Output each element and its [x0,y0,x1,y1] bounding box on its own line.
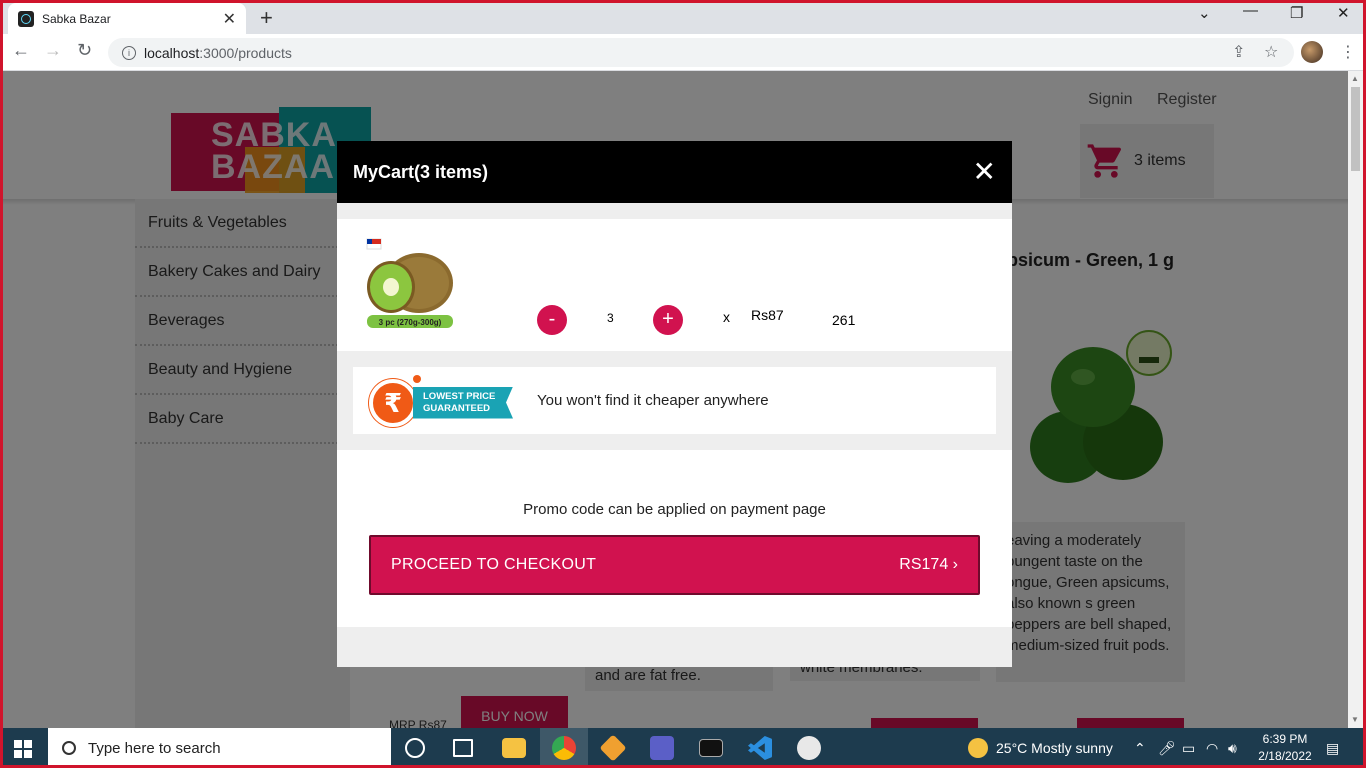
restore-icon[interactable]: ❐ [1290,4,1303,22]
browser-menu-icon[interactable]: ⋮ [1340,42,1356,62]
react-favicon-icon [18,10,34,27]
increment-quantity-button[interactable]: + [653,305,683,335]
tab-search-chevron-icon[interactable]: ⌄ [1198,4,1211,22]
back-arrow-icon[interactable]: ← [12,40,30,61]
site-info-icon[interactable]: i [122,45,136,60]
reload-icon[interactable]: ↻ [77,40,92,61]
svg-text:3 pc (270g-300g): 3 pc (270g-300g) [379,318,442,327]
search-placeholder: Type here to search [88,739,221,757]
cortana-icon[interactable] [405,738,425,758]
windows-start-icon[interactable] [14,740,32,758]
bookmark-star-icon[interactable]: ☆ [1264,42,1278,62]
close-icon[interactable]: ✕ [973,158,996,186]
url-input[interactable]: i localhost:3000/products [108,38,1294,67]
task-view-icon[interactable] [453,739,473,757]
banner-text: You won't find it cheaper anywhere [537,392,769,409]
promo-code-note: Promo code can be applied on payment pag… [523,501,826,518]
microphone-icon[interactable]: 🎤︎ [1158,728,1176,768]
minimize-icon[interactable]: — [1243,2,1258,19]
windows-taskbar: Type here to search 25°C Mostly sunny ⌃ … [0,728,1366,768]
volume-icon[interactable]: 🔊︎ [1228,728,1237,768]
decrement-quantity-button[interactable]: - [537,305,567,335]
browser-tab[interactable]: Sabka Bazar ✕ [8,3,246,34]
tab-title: Sabka Bazar [42,11,111,26]
cart-modal-title: MyCart(3 items) [353,161,489,182]
browser-tab-bar: Sabka Bazar ✕ + ⌄ — ❐ ✕ [0,0,1366,34]
quantity-value: 3 [607,311,614,325]
vscode-icon[interactable] [748,736,772,760]
unit-price: Rs87 [751,307,784,323]
weather-widget[interactable]: 25°C Mostly sunny [968,728,1113,768]
address-bar-row: ← → ↻ i localhost:3000/products ⇪ ☆ ⋮ [0,34,1366,71]
search-icon [62,741,76,755]
weather-text: 25°C Mostly sunny [996,740,1113,756]
snipping-tool-icon[interactable] [797,736,821,760]
weather-sun-icon [968,738,988,758]
tab-close-icon[interactable]: ✕ [223,9,236,29]
forward-arrow-icon[interactable]: → [44,40,62,61]
page-scrollbar[interactable]: ▲ ▼ [1348,71,1363,728]
item-subtotal: 261 [832,312,856,328]
window-close-icon[interactable]: ✕ [1337,4,1350,22]
kiwi-product-image: 3 pc (270g-300g) [366,238,453,328]
url-path: :3000/products [199,44,292,61]
cart-modal: MyCart(3 items) ✕ 3 pc (270g-300g) - 3 +… [337,141,1012,667]
taskbar-clock[interactable]: 6:39 PM 2/18/2022 [1254,731,1316,765]
notifications-icon[interactable]: ▤ [1326,728,1339,768]
terminal-icon[interactable] [699,739,723,757]
url-host: localhost [144,44,200,61]
cart-modal-header: MyCart(3 items) ✕ [337,141,1012,203]
profile-avatar[interactable] [1301,41,1323,63]
file-explorer-icon[interactable] [502,738,526,758]
git-kraken-icon[interactable] [599,734,627,762]
battery-icon[interactable]: ▭ [1182,728,1195,768]
proceed-to-checkout-button[interactable]: PROCEED TO CHECKOUT RS174 › [369,535,980,595]
checkout-section: Promo code can be applied on payment pag… [337,450,1012,627]
teams-icon[interactable] [650,736,674,760]
tray-chevron-icon[interactable]: ⌃ [1134,728,1146,768]
wifi-icon[interactable]: ◠ [1206,728,1218,768]
checkout-label: PROCEED TO CHECKOUT [391,556,597,573]
checkout-amount: RS174 › [899,556,958,573]
share-icon[interactable]: ⇪ [1232,42,1245,62]
lowest-price-banner: ₹ LOWEST PRICE GUARANTEED You won't find … [353,367,996,434]
lowest-price-badge-icon: ₹ LOWEST PRICE GUARANTEED [369,374,515,427]
multiply-sign: x [723,309,730,325]
cart-item-row: 3 pc (270g-300g) - 3 + x Rs87 261 [337,219,1012,351]
new-tab-icon[interactable]: + [260,5,273,31]
taskbar-search-input[interactable]: Type here to search [48,728,391,768]
chrome-icon[interactable] [552,736,576,760]
